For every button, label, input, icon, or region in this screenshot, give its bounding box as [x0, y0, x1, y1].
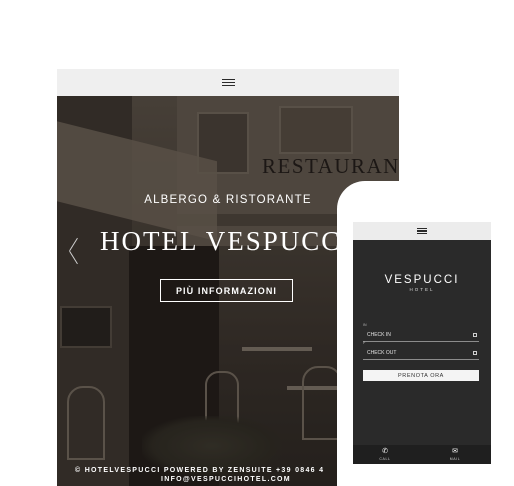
hamburger-menu-icon[interactable] [417, 228, 427, 234]
footer-email-link[interactable]: INFO@VESPUCCIHOTEL.COM [161, 476, 291, 483]
checkin-field[interactable]: IN CHECK IN [363, 323, 479, 342]
brand-subtitle: HOTEL [409, 287, 435, 292]
mail-label: MAIL [449, 457, 461, 461]
footer-copyright: © HOTELVESPUCCI POWERED BY ZENSUITE +39 … [75, 467, 325, 474]
hero-title: HOTEL VESPUCCI [100, 226, 353, 256]
carousel-prev-arrow-icon[interactable] [62, 236, 80, 266]
mail-button[interactable]: ✉ MAIL [435, 448, 475, 461]
checkout-label: P [363, 341, 366, 345]
checkin-label: IN [363, 323, 367, 327]
hamburger-menu-icon[interactable] [221, 78, 235, 87]
tablet-navbar [57, 69, 399, 96]
checkout-value: CHECK OUT [367, 350, 397, 356]
book-now-button[interactable]: PRENOTA ORA [363, 370, 479, 381]
phone-icon: ✆ [382, 448, 388, 455]
checkin-value: CHECK IN [367, 332, 391, 338]
envelope-icon: ✉ [452, 448, 458, 455]
call-label: CALL [379, 457, 391, 461]
phone-mockup: VESPUCCI HOTEL IN CHECK IN P CHECK OUT P… [353, 222, 491, 464]
brand-logo: VESPUCCI HOTEL [353, 274, 491, 292]
calendar-icon[interactable] [473, 351, 477, 355]
phone-navbar [353, 222, 491, 240]
checkout-field[interactable]: P CHECK OUT [363, 341, 479, 360]
calendar-icon[interactable] [473, 333, 477, 337]
phone-footer-bar: ✆ CALL ✉ MAIL [353, 445, 491, 464]
call-button[interactable]: ✆ CALL [365, 448, 405, 461]
brand-name: VESPUCCI [384, 274, 460, 286]
more-info-button[interactable]: PIÙ INFORMAZIONI [160, 279, 293, 302]
